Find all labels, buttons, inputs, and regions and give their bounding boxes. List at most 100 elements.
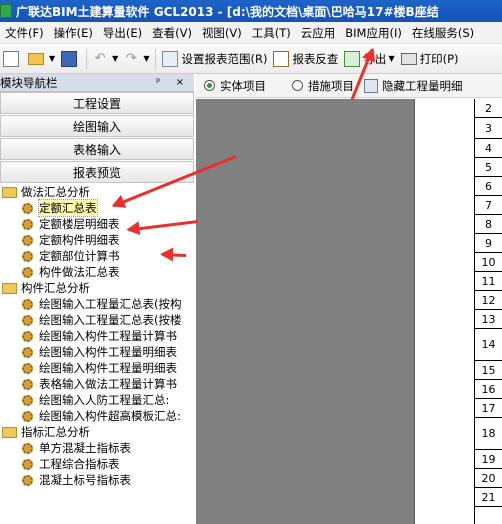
menu-view[interactable]: 查看(V): [147, 25, 197, 41]
radio-measure-items-label[interactable]: 措施项目: [308, 78, 354, 94]
print-button[interactable]: 打印(P): [398, 47, 462, 71]
menu-viewport[interactable]: 视图(V): [197, 25, 247, 41]
tree-item[interactable]: 绘图输入构件工程量明细表: [0, 344, 194, 360]
menu-export[interactable]: 导出(E): [98, 25, 147, 41]
nav-report-preview[interactable]: 报表预览: [0, 161, 194, 183]
nav-project-settings[interactable]: 工程设置: [0, 92, 194, 114]
reverse-check-icon: [273, 50, 290, 67]
redo-button[interactable]: ↷ ▼: [121, 47, 152, 71]
row-number: 14: [475, 329, 502, 361]
menu-online[interactable]: 在线服务(S): [407, 25, 479, 41]
save-icon: [61, 50, 78, 67]
chevron-down-icon: ▼: [143, 54, 150, 63]
tree-item[interactable]: 混凝土标号指标表: [0, 472, 194, 488]
folder-icon: [2, 426, 17, 438]
tree-folder[interactable]: 构件汇总分析: [0, 280, 194, 296]
print-label: 打印(P): [419, 51, 459, 66]
hide-detail-button[interactable]: 隐藏工程量明细: [382, 78, 463, 94]
tree-item[interactable]: 绘图输入构件工程量明细表: [0, 360, 194, 376]
row-number: 12: [475, 291, 502, 310]
pin-close-icons[interactable]: ᵖ ×: [156, 77, 190, 88]
module-nav-title: 模块导航栏: [0, 75, 58, 90]
report-gear-icon: [22, 298, 33, 310]
tree-item-label: 绘图输入构件工程量明细表: [39, 361, 177, 375]
tree-item-label: 绘图输入人防工程量汇总:: [39, 393, 170, 407]
radio-measure-items[interactable]: [292, 80, 303, 91]
menu-tools[interactable]: 工具(T): [247, 25, 296, 41]
tree-item[interactable]: 表格输入做法工程量计算书: [0, 376, 194, 392]
report-gear-icon: [22, 266, 33, 278]
menu-bim[interactable]: BIM应用(I): [340, 25, 407, 41]
report-gear-icon: [22, 202, 33, 214]
row-number-column: 2 3 4 5 6 7 8 9 10 11 12 13 14 15 16 17 18 19 20 21: [474, 99, 502, 524]
row-number: 21: [475, 488, 502, 507]
row-number: 2: [475, 99, 502, 118]
toolbar-divider: [86, 48, 88, 69]
report-gear-icon: [22, 218, 33, 230]
folder-icon: [2, 282, 17, 294]
row-number: 4: [475, 139, 502, 158]
report-gear-icon: [22, 378, 33, 390]
redo-icon: ↷: [125, 50, 137, 66]
row-number: 11: [475, 272, 502, 291]
tree-item[interactable]: 绘图输入人防工程量汇总:: [0, 392, 194, 408]
open-button[interactable]: ▼: [25, 47, 58, 71]
chevron-down-icon: ▼: [49, 54, 56, 63]
report-gear-icon: [22, 394, 33, 406]
row-number: 13: [475, 310, 502, 329]
save-button[interactable]: [58, 47, 83, 71]
menu-operate[interactable]: 操作(E): [49, 25, 98, 41]
toolbar: ▼ ↶ ▼ ↷ ▼ 设置报表范围(R) 报表反查 导出 ▼ 打印(P): [0, 44, 502, 74]
tree-item-label: 单方混凝土指标表: [39, 441, 131, 455]
tree-item-label: 定额部位计算书: [39, 249, 120, 263]
tree-item[interactable]: 定额构件明细表: [0, 232, 194, 248]
annotation-arrow: [161, 253, 187, 257]
new-button[interactable]: [0, 47, 25, 71]
nav-table-input[interactable]: 表格输入: [0, 138, 194, 160]
menu-cloud[interactable]: 云应用: [296, 25, 341, 41]
tree-item-label: 绘图输入工程量汇总表(按楼: [39, 313, 182, 327]
tree-folder[interactable]: 指标汇总分析: [0, 424, 194, 440]
report-options-bar: 实体项目 措施项目 隐藏工程量明细: [196, 74, 502, 98]
tree-item[interactable]: 绘图输入构件工程量计算书: [0, 328, 194, 344]
row-number: 8: [475, 215, 502, 234]
tree-item[interactable]: 工程综合指标表: [0, 456, 194, 472]
report-gear-icon: [22, 410, 33, 422]
tree-item[interactable]: 绘图输入构件超高模板汇总:: [0, 408, 194, 424]
tree-item-label: 构件汇总分析: [21, 281, 90, 295]
report-gear-icon: [22, 346, 33, 358]
tree-item-label: 定额汇总表: [38, 199, 98, 217]
row-number: 17: [475, 399, 502, 418]
row-number: 18: [475, 418, 502, 450]
tree-item-label: 工程综合指标表: [39, 457, 120, 471]
window-title: 广联达BIM土建算量软件 GCL2013 - [d:\我的文档\桌面\巴哈马17…: [16, 4, 439, 19]
report-gear-icon: [22, 314, 33, 326]
set-report-range-button[interactable]: 设置报表范围(R): [159, 47, 270, 71]
export-icon: [344, 50, 361, 67]
tree-item-label: 构件做法汇总表: [39, 265, 120, 279]
undo-icon: ↶: [94, 50, 106, 66]
report-reverse-check-label: 报表反查: [292, 51, 339, 66]
row-number: 15: [475, 361, 502, 380]
set-report-range-label: 设置报表范围(R): [181, 51, 268, 66]
radio-entity-items-label[interactable]: 实体项目: [220, 78, 266, 94]
tree-item[interactable]: 构件做法汇总表: [0, 264, 194, 280]
menu-file[interactable]: 文件(F): [0, 25, 49, 41]
report-gear-icon: [22, 474, 33, 486]
tree-item[interactable]: 单方混凝土指标表: [0, 440, 194, 456]
undo-button[interactable]: ↶ ▼: [90, 47, 121, 71]
radio-entity-items[interactable]: [204, 80, 215, 91]
folder-icon: [2, 186, 17, 198]
tree-item[interactable]: 绘图输入工程量汇总表(按构: [0, 296, 194, 312]
tree-item[interactable]: 绘图输入工程量汇总表(按楼: [0, 312, 194, 328]
report-tree: 做法汇总分析 定额汇总表 定额楼层明细表 定额构件明细表 定额部位计算书 构件做法汇总表构…: [0, 184, 194, 524]
menu-bar: 文件(F) 操作(E) 导出(E) 查看(V) 视图(V) 工具(T) 云应用 …: [0, 22, 502, 44]
tree-item-label: 绘图输入工程量汇总表(按构: [39, 297, 182, 311]
nav-drawing-input[interactable]: 绘图输入: [0, 115, 194, 137]
row-number: 6: [475, 177, 502, 196]
report-preview-area: [196, 99, 415, 524]
tree-item[interactable]: 定额汇总表: [0, 199, 194, 217]
report-reverse-check-button[interactable]: 报表反查: [270, 47, 341, 71]
report-gear-icon: [22, 362, 33, 374]
printer-icon: [400, 52, 417, 65]
